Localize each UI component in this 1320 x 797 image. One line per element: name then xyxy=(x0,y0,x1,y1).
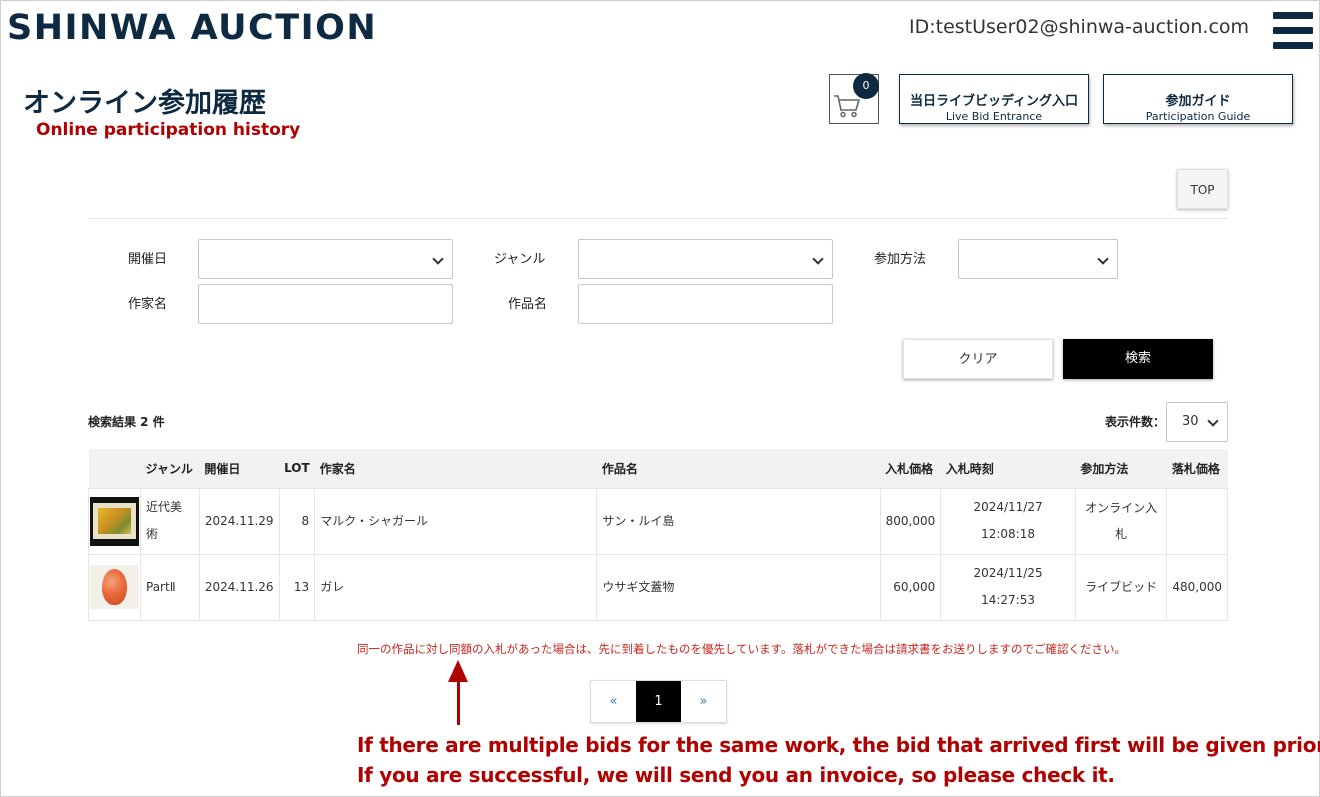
priority-notice: 同一の作品に対し同額の入札があった場合は、先に到着したものを優先しています。落札… xyxy=(357,642,1126,656)
annotation-en: If there are multiple bids for the same … xyxy=(357,730,1320,790)
row-lot: 8 xyxy=(278,487,316,555)
artist-filter-label: 作家名 xyxy=(128,297,168,312)
row-method: オンライン入札 xyxy=(1074,487,1168,555)
live-bid-label-jp: 当日ライブビッディング入口 xyxy=(909,94,1079,109)
top-button[interactable]: TOP xyxy=(1177,169,1228,209)
row-bid-price: 800,000 xyxy=(879,487,942,555)
row-hammer-price: 480,000 xyxy=(1166,553,1228,621)
header-date: 開催日 xyxy=(199,449,280,488)
genre-select[interactable] xyxy=(578,239,833,279)
section-divider xyxy=(88,218,1228,219)
guide-label-en: Participation Guide xyxy=(1145,110,1251,123)
row-thumbnail[interactable] xyxy=(88,553,141,621)
header-image xyxy=(88,449,141,488)
result-count: 検索結果 2 件 xyxy=(88,415,165,429)
row-artist: ガレ xyxy=(314,553,598,621)
search-button[interactable]: 検索 xyxy=(1063,339,1213,379)
arrow-shaft xyxy=(457,679,460,725)
pagination-next[interactable]: » xyxy=(681,681,726,722)
header-method: 参加方法 xyxy=(1075,449,1167,488)
row-bid-time: 2024/11/25 14:27:53 xyxy=(940,553,1076,621)
row-lot: 13 xyxy=(278,553,316,621)
vase-thumbnail-image[interactable] xyxy=(90,565,139,609)
genre-filter-label: ジャンル xyxy=(494,252,546,267)
table-row[interactable]: 近代美術 2024.11.29 8 マルク・シャガール サン・ルイ島 800,0… xyxy=(88,487,1228,555)
header-bid-time: 入札時刻 xyxy=(940,449,1076,488)
row-bid-price: 60,000 xyxy=(879,553,942,621)
row-work: ウサギ文蓋物 xyxy=(596,553,881,621)
header-bid-price: 入札価格 xyxy=(880,449,941,488)
row-method: ライブビッド xyxy=(1074,553,1168,621)
row-date: 2024.11.29 xyxy=(198,487,280,555)
painting-thumbnail-image[interactable] xyxy=(90,496,139,546)
method-filter-label: 参加方法 xyxy=(874,252,927,267)
row-genre: 近代美術 xyxy=(140,487,200,555)
pagination-page-1[interactable]: 1 xyxy=(636,681,681,722)
site-logo[interactable]: SHINWA AUCTION xyxy=(7,8,377,48)
date-select[interactable] xyxy=(198,239,453,279)
artist-input[interactable] xyxy=(198,284,453,324)
date-filter-label: 開催日 xyxy=(128,252,168,267)
header-lot: LOT xyxy=(279,449,315,488)
table-row[interactable]: PartⅡ 2024.11.26 13 ガレ ウサギ文蓋物 60,000 202… xyxy=(88,553,1228,621)
cart-button[interactable]: 0 xyxy=(829,73,879,124)
guide-label-jp: 参加ガイド xyxy=(1165,94,1231,109)
row-thumbnail[interactable] xyxy=(88,487,141,555)
user-id-label: ID:testUser02@shinwa-auction.com xyxy=(909,16,1250,38)
row-bid-time-text: 12:08:18 xyxy=(981,527,1035,541)
header-artist: 作家名 xyxy=(314,449,597,488)
row-bid-time-text: 14:27:53 xyxy=(981,593,1035,607)
row-bid-time: 2024/11/27 12:08:18 xyxy=(940,487,1076,555)
row-hammer-price xyxy=(1166,487,1228,555)
pagination: « 1 » xyxy=(590,680,727,723)
menu-icon[interactable] xyxy=(1273,12,1313,49)
row-genre: PartⅡ xyxy=(140,553,200,621)
cart-count-badge: 0 xyxy=(853,73,879,99)
live-bid-label-en: Live Bid Entrance xyxy=(945,110,1043,123)
method-select[interactable] xyxy=(958,239,1118,279)
work-input[interactable] xyxy=(578,284,833,324)
annotation-en-line-2: If you are successful, we will send you … xyxy=(357,763,1115,787)
header-genre: ジャンル xyxy=(140,449,200,488)
row-work: サン・ルイ島 xyxy=(596,487,881,555)
live-bid-entrance-button[interactable]: 当日ライブビッディング入口 Live Bid Entrance xyxy=(899,74,1089,124)
row-date: 2024.11.26 xyxy=(198,553,280,621)
annotation-en-line-1: If there are multiple bids for the same … xyxy=(357,733,1320,757)
results-table: ジャンル 開催日 LOT 作家名 作品名 入札価格 入札時刻 参加方法 落札価格… xyxy=(88,449,1228,621)
cart-icon xyxy=(834,95,861,118)
row-bid-date-text: 2024/11/25 xyxy=(973,566,1043,580)
work-filter-label: 作品名 xyxy=(508,297,548,312)
table-header-row: ジャンル 開催日 LOT 作家名 作品名 入札価格 入札時刻 参加方法 落札価格 xyxy=(88,449,1228,488)
annotation-title-en: Online participation history xyxy=(36,120,301,140)
clear-button[interactable]: クリア xyxy=(903,339,1053,379)
perpage-label: 表示件数： xyxy=(1105,415,1166,429)
header-hammer-price: 落札価格 xyxy=(1166,449,1228,488)
row-bid-date-text: 2024/11/27 xyxy=(973,500,1043,514)
participation-guide-button[interactable]: 参加ガイド Participation Guide xyxy=(1103,74,1293,124)
page-title: オンライン参加履歴 xyxy=(23,88,266,119)
header-work: 作品名 xyxy=(596,449,881,488)
row-artist: マルク・シャガール xyxy=(314,487,598,555)
perpage-select[interactable]: 30 xyxy=(1166,402,1228,442)
pagination-prev[interactable]: « xyxy=(591,681,636,722)
